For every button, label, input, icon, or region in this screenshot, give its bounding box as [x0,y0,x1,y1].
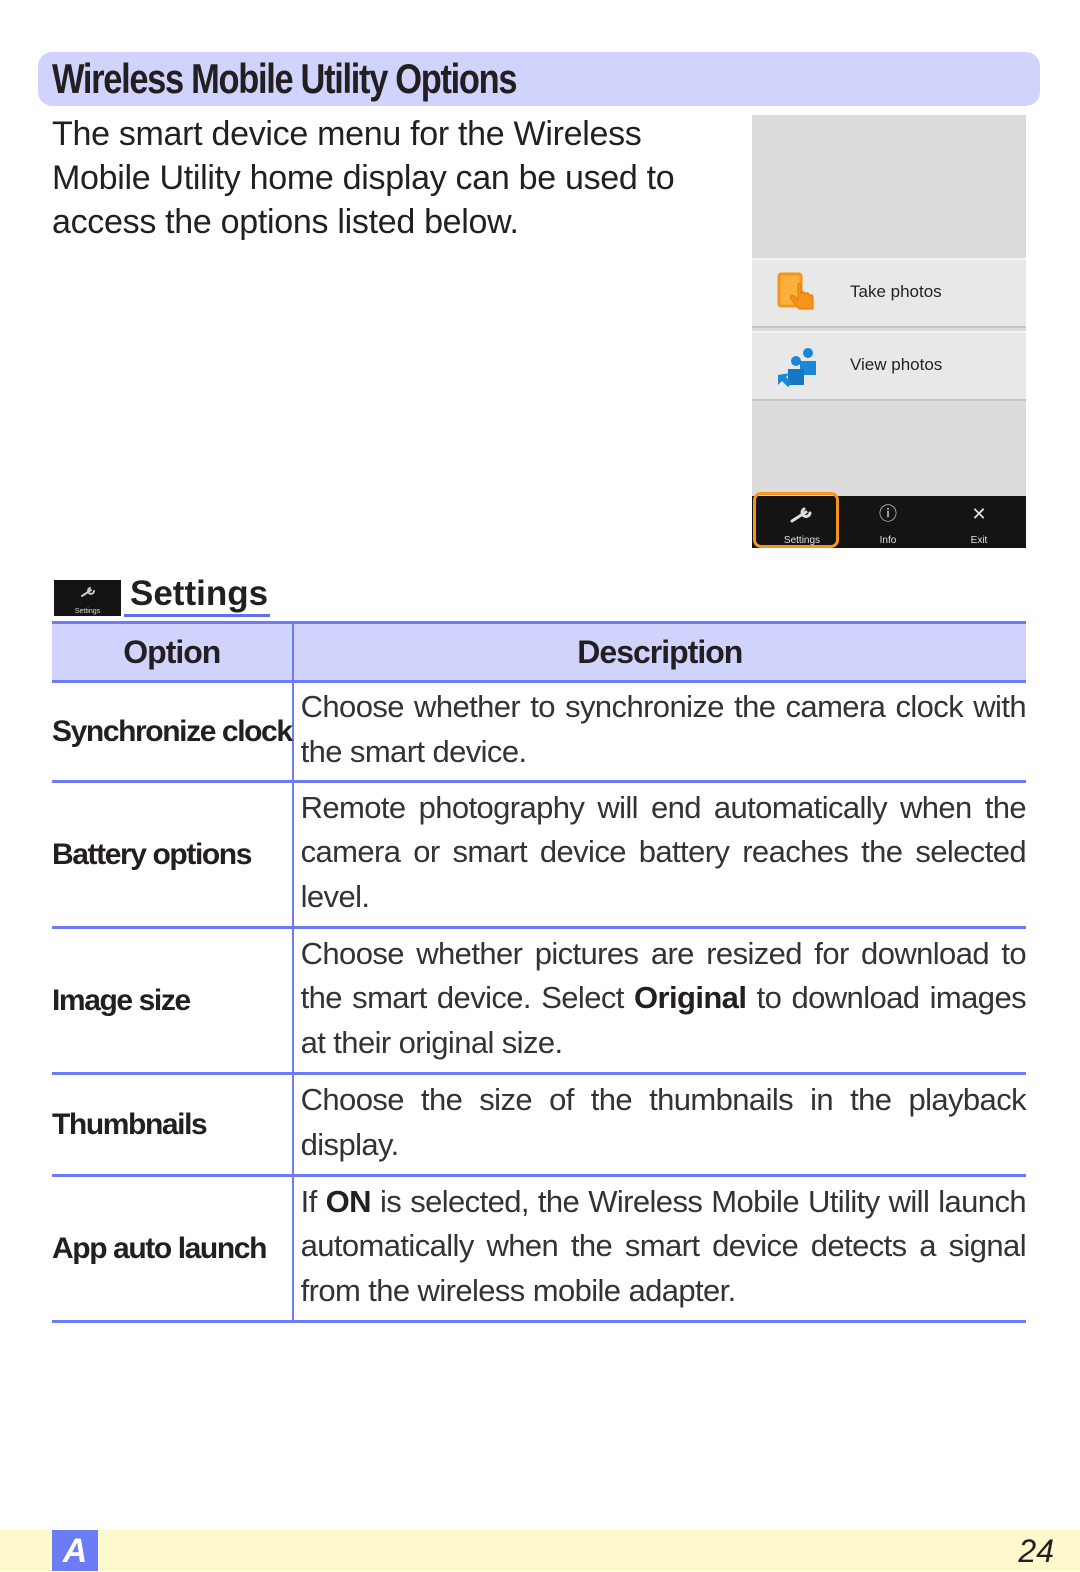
intro-paragraph: The smart device menu for the Wireless M… [52,115,675,241]
option-name: App auto launch [52,1174,294,1323]
option-description: Remote photography will end automaticall… [292,780,1027,929]
table-header-row: Option Description [52,621,1026,683]
option-name: Image size [52,926,294,1075]
wrench-icon [81,587,95,597]
view-photos-icon [778,348,816,387]
option-name: Thumbnails [52,1072,294,1177]
table-row: Image size Choose whether pictures are r… [52,926,1027,1075]
option-description: Choose whether pictures are resized for … [292,926,1027,1075]
page-title-bar: Wireless Mobile Utility Options [38,52,1040,106]
settings-table: Option Description Synchronize clock Cho… [52,621,1027,1323]
option-description: Choose the size of the thumbnails in the… [292,1072,1027,1177]
menu-item-label: Take photos [850,282,942,301]
settings-icon-label: Settings [74,608,101,615]
toolbar-label: Info [879,535,897,546]
menu-item-take-photos[interactable]: Take photos [752,258,1026,328]
section-tab[interactable]: A [52,1530,98,1571]
option-description: Choose whether to synchronize the camera… [292,680,1027,783]
toolbar-info-button[interactable]: ⓘ Info [844,496,932,548]
menu-item-label: View photos [850,355,943,374]
settings-highlight-callout [753,492,839,548]
table-row: Thumbnails Choose the size of the thumbn… [52,1072,1027,1177]
description-emphasis: Original [634,980,747,1016]
toolbar-exit-button[interactable]: ✕ Exit [935,496,1023,548]
column-header-option: Option [52,621,294,683]
option-name: Battery options [52,780,294,929]
menu-item-view-photos[interactable]: View photos [752,331,1026,401]
description-text: If [300,1183,326,1219]
info-icon: ⓘ [879,504,897,524]
description-text: is selected, the Wireless Mobile Utility… [300,1183,1027,1308]
page-number: 24 [1018,1533,1054,1569]
phone-screenshot: Take photos View photos Settings ⓘ Info … [752,115,1026,548]
table-row: Battery options Remote photography will … [52,780,1027,929]
page-title: Wireless Mobile Utility Options [52,55,518,102]
table-row: App auto launch If ON is selected, the W… [52,1174,1027,1323]
close-icon: ✕ [971,504,987,524]
settings-heading: Settings [124,574,271,617]
table-row: Synchronize clock Choose whether to sync… [52,680,1027,783]
take-photos-icon [777,272,814,310]
toolbar-label: Exit [970,535,988,546]
settings-icon: Settings [54,580,121,616]
column-header-description: Description [292,621,1026,683]
description-emphasis: ON [325,1183,372,1219]
page-footer: A 24 [0,1530,1080,1571]
option-name: Synchronize clock [52,680,294,783]
option-description: If ON is selected, the Wireless Mobile U… [292,1174,1027,1323]
